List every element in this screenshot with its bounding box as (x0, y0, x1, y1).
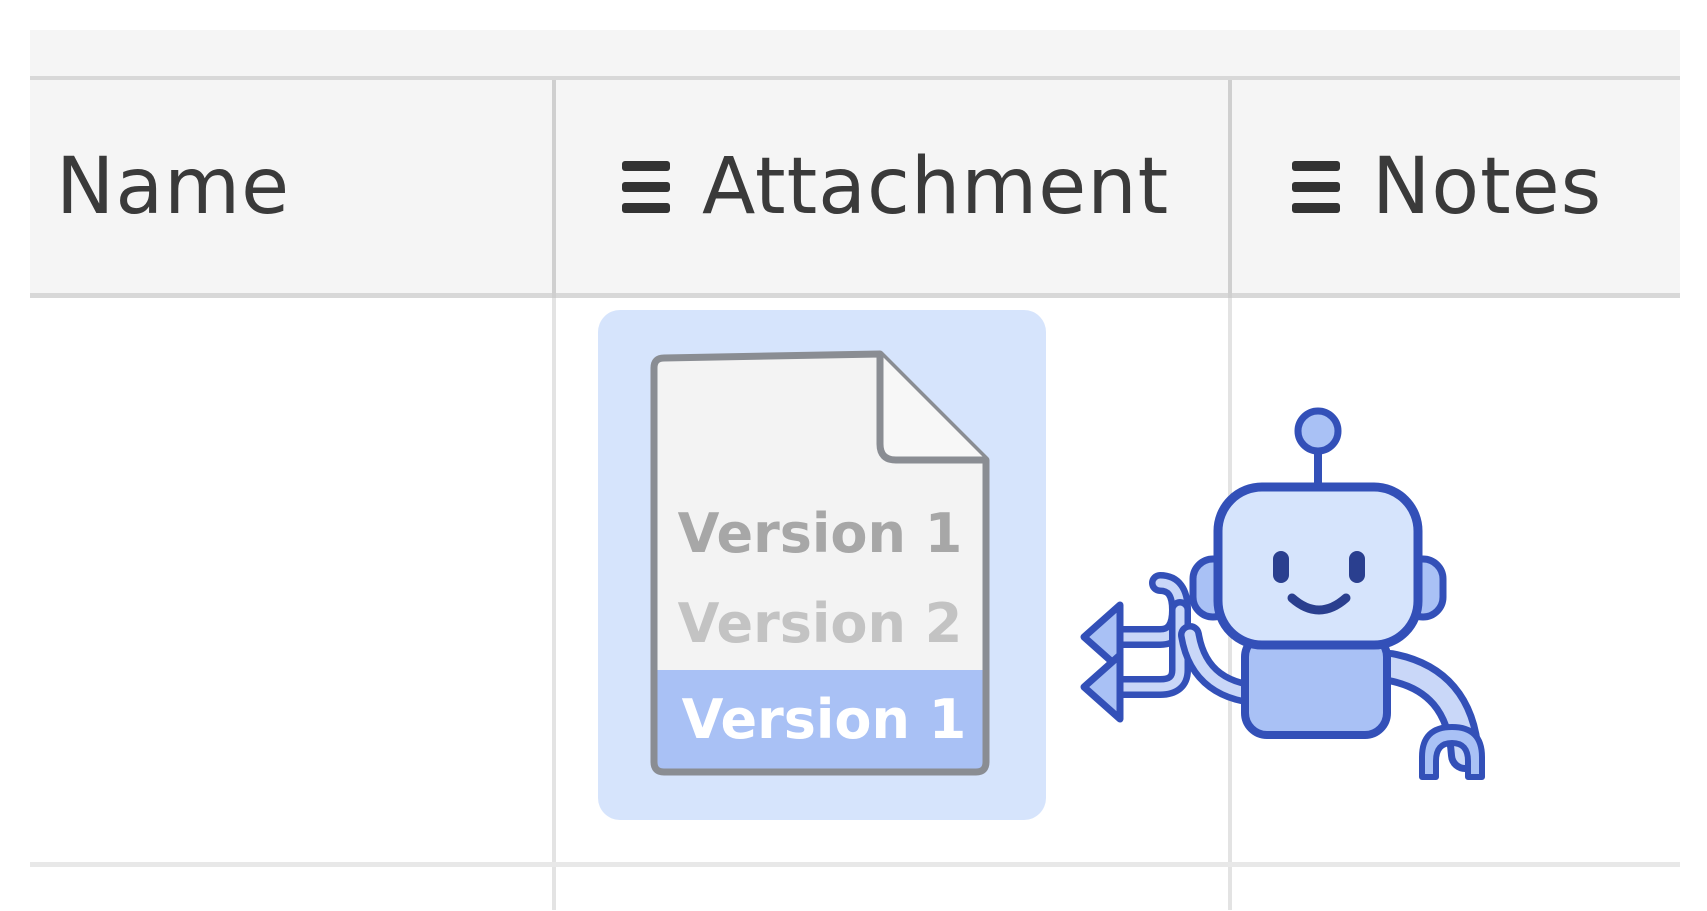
attachment-thumbnail[interactable]: Version 1 Version 2 Version 1 (598, 310, 1046, 820)
version-label: Version 1 (678, 502, 963, 565)
file-document-icon: Version 1 Version 2 Version 1 (650, 350, 990, 776)
column-header-notes-label: Notes (1372, 141, 1603, 232)
undo-arrows-icon (1080, 572, 1192, 723)
column-divider[interactable] (1228, 80, 1232, 298)
column-header-attachment-label: Attachment (702, 141, 1170, 232)
lines-icon (1292, 160, 1340, 213)
row-divider (30, 862, 1680, 867)
column-header-name-label: Name (56, 141, 291, 232)
version-label: Version 2 (678, 592, 963, 655)
column-header-name[interactable]: Name (56, 80, 556, 293)
table-header-row: Name Attachment Notes (30, 80, 1680, 298)
column-header-attachment[interactable]: Attachment (622, 80, 1222, 293)
robot-icon (1080, 407, 1485, 780)
version-label-current: Version 1 (682, 688, 967, 751)
column-header-notes[interactable]: Notes (1292, 80, 1680, 293)
table-toolbar-strip (30, 30, 1680, 80)
lines-icon (622, 160, 670, 213)
cell-divider (552, 298, 556, 910)
column-divider[interactable] (552, 80, 556, 298)
